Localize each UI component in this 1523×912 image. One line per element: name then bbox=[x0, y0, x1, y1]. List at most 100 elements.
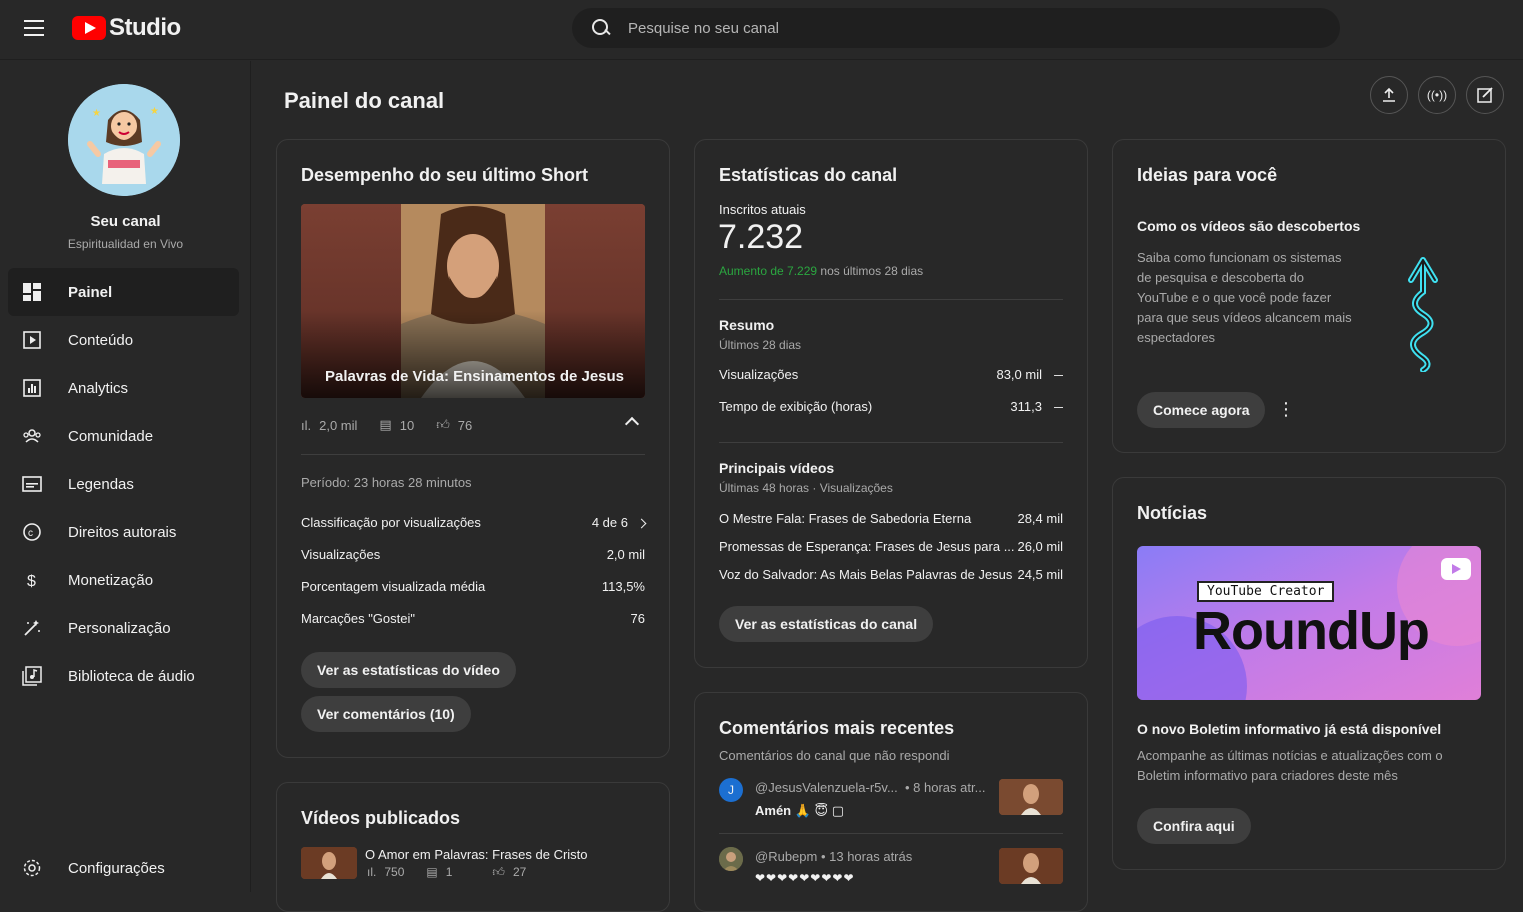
divider bbox=[719, 442, 1063, 443]
logo-text: Studio bbox=[109, 14, 181, 41]
sidebar-item-label: Monetização bbox=[68, 571, 154, 589]
view-comments-button[interactable]: Ver comentários (10) bbox=[301, 696, 471, 732]
video-title[interactable]: O Amor em Palavras: Frases de Cristo bbox=[365, 847, 588, 862]
sidebar: ★ ★ Seu canal Espiritualidad en Vivo Pai… bbox=[0, 61, 251, 892]
sidebar-item-direitos-autorais[interactable]: c Direitos autorais bbox=[8, 508, 239, 556]
menu-icon[interactable] bbox=[24, 20, 44, 36]
dollar-icon: $ bbox=[22, 570, 42, 590]
card-title: Estatísticas do canal bbox=[719, 165, 898, 185]
sidebar-item-label: Configurações bbox=[68, 859, 165, 877]
sidebar-item-painel[interactable]: Painel bbox=[8, 268, 239, 316]
channel-name: Espiritualidad en Vivo bbox=[67, 237, 184, 251]
card-title: Comentários mais recentes bbox=[719, 718, 955, 738]
sidebar-item-label: Direitos autorais bbox=[68, 523, 177, 541]
stat-label: Visualizações bbox=[719, 367, 799, 382]
sidebar-item-configuracoes[interactable]: Configurações bbox=[8, 844, 239, 892]
comment-user[interactable]: @JesusValenzuela-r5v... bbox=[755, 780, 898, 795]
short-stat-row: Marcações "Gostei" 76 bbox=[301, 611, 645, 626]
thumbs-up-icon: 👍︎ bbox=[436, 417, 450, 432]
short-views: 2,0 mil bbox=[319, 417, 358, 433]
video-thumbnail[interactable] bbox=[301, 847, 357, 879]
commenter-avatar[interactable]: J bbox=[719, 778, 743, 802]
sidebar-item-biblioteca-audio[interactable]: Biblioteca de áudio bbox=[8, 652, 239, 700]
search-bar[interactable] bbox=[572, 8, 1340, 48]
channel-label: Seu canal bbox=[90, 213, 161, 230]
stat-label: Tempo de exibição (horas) bbox=[719, 399, 873, 414]
more-options-icon[interactable]: ⋮ bbox=[1277, 400, 1295, 418]
video-likes: 27 bbox=[512, 865, 527, 879]
start-now-button[interactable]: Comece agora bbox=[1137, 392, 1266, 428]
view-channel-stats-button[interactable]: Ver as estatísticas do canal bbox=[719, 606, 934, 642]
top-video-value: 24,5 mil bbox=[1017, 567, 1063, 582]
stat-value: 113,5% bbox=[601, 579, 645, 594]
short-thumbnail[interactable]: Palavras de Vida: Ensinamentos de Jesus bbox=[301, 204, 645, 398]
short-stat-row[interactable]: Classificação por visualizações 4 de 6 bbox=[301, 515, 647, 530]
news-banner[interactable]: YouTube Creator RoundUp bbox=[1137, 546, 1481, 700]
stat-value: 311,3 bbox=[1010, 399, 1042, 414]
news-headline: O novo Boletim informativo já está dispo… bbox=[1137, 721, 1442, 737]
sidebar-item-monetizacao[interactable]: $ Monetização bbox=[8, 556, 239, 604]
card-title: Vídeos publicados bbox=[301, 808, 461, 828]
comments-subtitle: Comentários do canal que não respondi bbox=[719, 748, 950, 763]
short-stat-row: Visualizações 2,0 mil bbox=[301, 547, 645, 562]
search-icon[interactable] bbox=[590, 18, 610, 38]
svg-text:★: ★ bbox=[92, 108, 101, 119]
comment-video-thumbnail[interactable] bbox=[999, 848, 1063, 884]
divider bbox=[719, 299, 1063, 300]
sidebar-item-label: Biblioteca de áudio bbox=[68, 667, 195, 685]
stat-label: Visualizações bbox=[301, 547, 381, 562]
create-post-button[interactable] bbox=[1466, 76, 1504, 114]
divider bbox=[301, 454, 645, 455]
short-likes: 76 bbox=[457, 417, 473, 433]
community-icon bbox=[22, 426, 42, 446]
channel-avatar[interactable]: ★ ★ bbox=[68, 84, 180, 196]
view-video-stats-button[interactable]: Ver as estatísticas do vídeo bbox=[301, 652, 516, 688]
short-performance-card: Desempenho do seu último Short Palavras … bbox=[276, 139, 670, 758]
video-metrics: ıl. 750 ▤ 1 👍︎ 27 bbox=[367, 865, 526, 880]
short-comments: 10 bbox=[399, 417, 415, 433]
recent-comments-card: Comentários mais recentes Comentários do… bbox=[694, 692, 1088, 912]
top-video-title: Voz do Salvador: As Mais Belas Palavras … bbox=[719, 567, 1013, 582]
sidebar-item-conteudo[interactable]: Conteúdo bbox=[8, 316, 239, 364]
comment-text: Amén 🙏 😇 ▢ bbox=[755, 803, 844, 818]
sidebar-item-label: Comunidade bbox=[68, 427, 154, 445]
subscribers-label: Inscritos atuais bbox=[719, 202, 806, 217]
summary-row: Tempo de exibição (horas) 311,3 bbox=[719, 399, 1063, 414]
short-stat-row: Porcentagem visualizada média 113,5% bbox=[301, 579, 645, 594]
upload-icon bbox=[1383, 87, 1395, 102]
search-input[interactable] bbox=[628, 19, 1228, 37]
comments-icon: ▤ bbox=[379, 417, 392, 432]
subscribers-value: 7.232 bbox=[718, 218, 804, 256]
video-views: 750 bbox=[384, 865, 405, 879]
top-video-row[interactable]: O Mestre Fala: Frases de Sabedoria Etern… bbox=[719, 511, 1063, 526]
go-live-button[interactable]: ((•)) bbox=[1418, 76, 1456, 114]
comment-video-thumbnail[interactable] bbox=[999, 779, 1063, 815]
dash-icon bbox=[1054, 407, 1063, 409]
check-it-out-button[interactable]: Confira aqui bbox=[1137, 808, 1251, 844]
analytics-icon bbox=[22, 378, 42, 398]
published-videos-card: Vídeos publicados O Amor em Palavras: Fr… bbox=[276, 782, 670, 912]
stat-label: Classificação por visualizações bbox=[301, 515, 481, 530]
summary-period: Últimos 28 dias bbox=[719, 338, 802, 352]
collapse-chevron-icon[interactable] bbox=[624, 416, 640, 432]
comment-user[interactable]: @Rubepm bbox=[755, 849, 817, 864]
sidebar-item-analytics[interactable]: Analytics bbox=[8, 364, 239, 412]
discovery-arrow-icon bbox=[1408, 257, 1438, 372]
sidebar-item-legendas[interactable]: Legendas bbox=[8, 460, 239, 508]
top-video-value: 28,4 mil bbox=[1017, 511, 1063, 526]
top-video-row[interactable]: Voz do Salvador: As Mais Belas Palavras … bbox=[719, 567, 1063, 582]
stat-value: 83,0 mil bbox=[996, 367, 1042, 382]
studio-logo[interactable]: Studio bbox=[72, 14, 181, 42]
short-metrics: ıl. 2,0 mil ▤ 10 👍︎ 76 bbox=[301, 417, 472, 433]
sidebar-item-comunidade[interactable]: Comunidade bbox=[8, 412, 239, 460]
live-icon: ((•)) bbox=[1426, 88, 1448, 102]
commenter-avatar[interactable] bbox=[719, 847, 743, 871]
channel-stats-card: Estatísticas do canal Inscritos atuais 7… bbox=[694, 139, 1088, 668]
sidebar-item-label: Legendas bbox=[68, 475, 134, 493]
comment-time: • 8 horas atr... bbox=[905, 780, 986, 795]
thumbs-up-icon: 👍︎ bbox=[492, 865, 505, 879]
sidebar-item-personalizacao[interactable]: Personalização bbox=[8, 604, 239, 652]
stat-label: Marcações "Gostei" bbox=[301, 611, 415, 626]
top-video-row[interactable]: Promessas de Esperança: Frases de Jesus … bbox=[719, 539, 1063, 554]
upload-button[interactable] bbox=[1370, 76, 1408, 114]
